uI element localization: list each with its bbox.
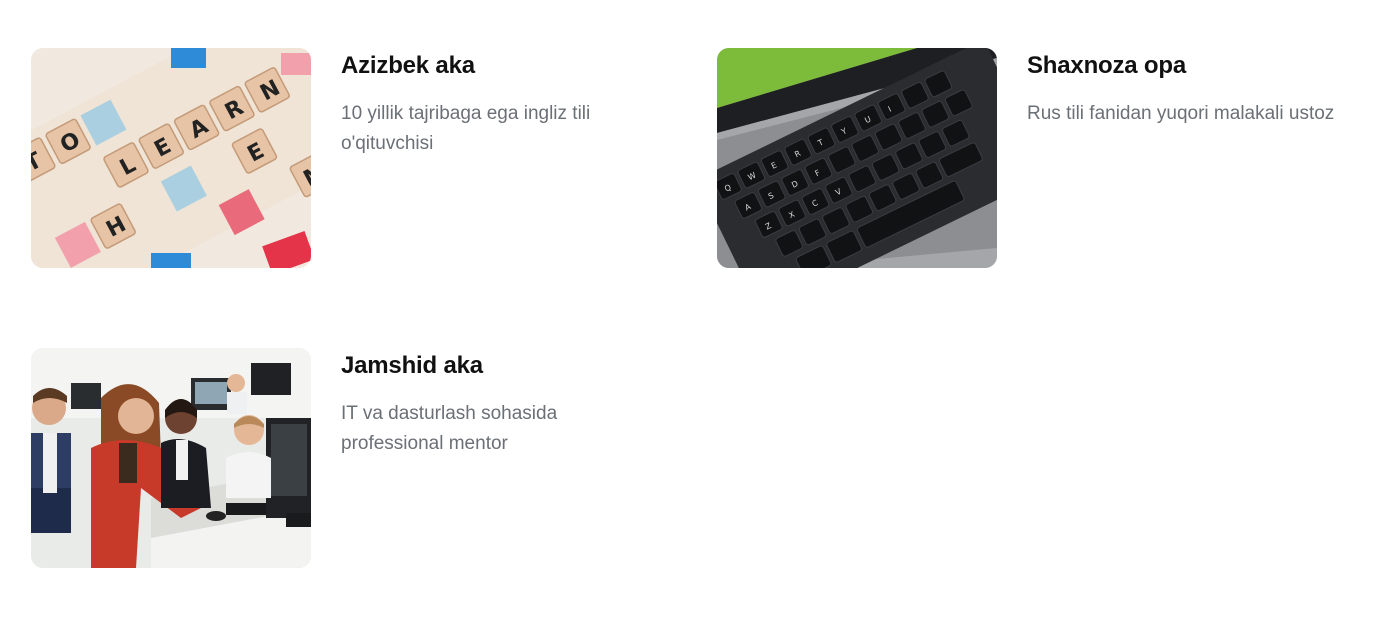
- mentor-info: Shaxnoza opa Rus tili fanidan yuqori mal…: [1027, 48, 1367, 268]
- mentor-photo-laptop: QWER TYUI ASDF ZXCV: [717, 48, 997, 268]
- mentors-grid: T O L E A R N H E M Azizbek aka 10 yilli…: [0, 0, 1385, 620]
- mentor-card[interactable]: QWER TYUI ASDF ZXCV Shaxnoza opa Rus til…: [717, 48, 1367, 268]
- mentor-card[interactable]: T O L E A R N H E M Azizbek aka 10 yilli…: [31, 48, 641, 268]
- mentor-info: Azizbek aka 10 yillik tajribaga ega ingl…: [341, 48, 641, 268]
- mentor-description: IT va dasturlash sohasida professional m…: [341, 403, 558, 454]
- mentor-description: Rus tili fanidan yuqori malakali ustoz: [1027, 103, 1335, 124]
- mentor-description: 10 yillik tajribaga ega ingliz tili o'qi…: [341, 103, 591, 154]
- mentor-name: Azizbek aka: [341, 52, 475, 79]
- mentor-photo-scrabble: T O L E A R N H E M: [31, 48, 311, 268]
- mentor-name: Jamshid aka: [341, 352, 483, 379]
- mentor-name: Shaxnoza opa: [1027, 52, 1186, 79]
- mentor-photo-classroom: [31, 348, 311, 568]
- mentor-info: Jamshid aka IT va dasturlash sohasida pr…: [341, 348, 641, 568]
- mentor-card[interactable]: Jamshid aka IT va dasturlash sohasida pr…: [31, 348, 641, 568]
